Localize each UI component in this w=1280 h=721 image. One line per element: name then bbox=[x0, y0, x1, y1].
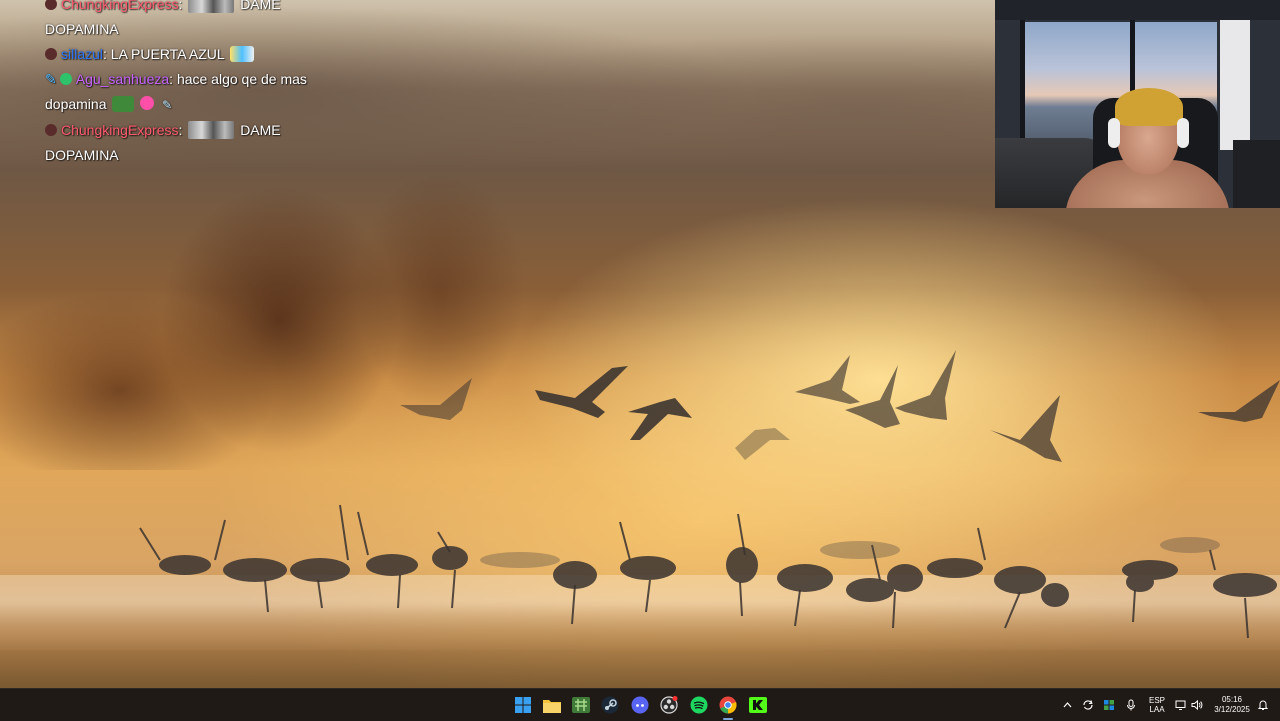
clock-date: 3/12/2025 bbox=[1214, 705, 1250, 714]
kick-icon[interactable] bbox=[748, 695, 768, 715]
notification-bell-icon[interactable] bbox=[1256, 689, 1270, 721]
show-hidden-icons-chevron-icon[interactable] bbox=[1060, 689, 1074, 721]
microphone-icon[interactable] bbox=[1124, 689, 1138, 721]
game-icon[interactable] bbox=[571, 695, 591, 715]
cam-window-frame bbox=[1020, 20, 1025, 140]
security-icon[interactable] bbox=[1102, 689, 1116, 721]
language-indicator[interactable]: ESP LAA bbox=[1143, 689, 1171, 721]
clock-time: 05:16 bbox=[1221, 695, 1243, 704]
chat-message: ChungkingExpress: DAME DOPAMINA bbox=[45, 0, 345, 42]
emote-icon bbox=[112, 96, 135, 112]
emote-icon bbox=[188, 0, 235, 13]
spotify-icon[interactable] bbox=[689, 695, 709, 715]
keyboard-layout: LAA bbox=[1149, 705, 1165, 714]
chat-text-continuation: dopamina bbox=[45, 96, 107, 112]
user-badge-icon bbox=[45, 124, 57, 136]
chat-username: Agu_sanhueza bbox=[75, 71, 170, 87]
language-code: ESP bbox=[1148, 696, 1165, 705]
network-icon[interactable] bbox=[1174, 689, 1188, 721]
cam-person-hat bbox=[1115, 88, 1183, 126]
headphone-icon bbox=[1108, 118, 1120, 148]
user-badge-icon bbox=[45, 0, 57, 10]
chat-message: ChungkingExpress: DAME DOPAMINA bbox=[45, 118, 345, 168]
sync-icon[interactable] bbox=[1081, 689, 1095, 721]
chat-text: DAME bbox=[240, 122, 281, 138]
chat-username: ChungkingExpress bbox=[61, 122, 179, 138]
chat-separator: : bbox=[103, 46, 107, 62]
chat-username: ChungkingExpress bbox=[61, 0, 179, 12]
chrome-icon[interactable] bbox=[718, 695, 738, 715]
chat-text-continuation: DOPAMINA bbox=[45, 21, 119, 37]
obs-icon[interactable] bbox=[659, 695, 679, 715]
discord-icon[interactable] bbox=[630, 695, 650, 715]
chat-message: ✎ Agu_sanhueza: hace algo qe de mas dopam… bbox=[45, 67, 345, 118]
cam-wall bbox=[1220, 20, 1250, 150]
windows-logo-icon[interactable] bbox=[513, 695, 533, 715]
chat-text: DAME bbox=[240, 0, 281, 12]
chat-message: sillazul: LA PUERTA AZUL bbox=[45, 42, 345, 67]
webcam-feed bbox=[995, 0, 1280, 208]
chat-separator: : bbox=[169, 71, 174, 87]
headphone-icon bbox=[1177, 118, 1189, 148]
chat-separator: : bbox=[178, 122, 183, 138]
emote-icon: ✎ bbox=[162, 98, 173, 112]
stream-chat-overlay: ChungkingExpress: DAME DOPAMINA sillazul… bbox=[45, 0, 345, 168]
steam-icon[interactable] bbox=[600, 695, 620, 715]
cam-desk bbox=[1233, 140, 1280, 208]
folder-icon[interactable] bbox=[542, 695, 562, 715]
chat-text-continuation: DOPAMINA bbox=[45, 147, 119, 163]
emote-icon bbox=[140, 96, 155, 110]
emote-icon bbox=[188, 121, 235, 139]
pencil-badge-icon: ✎ bbox=[45, 71, 57, 87]
taskbar: ESP LAA 05:16 3/12/2025 bbox=[0, 688, 1280, 721]
system-clock[interactable]: 05:16 3/12/2025 bbox=[1210, 689, 1254, 721]
verified-badge-icon bbox=[59, 73, 72, 85]
user-badge-icon bbox=[45, 48, 57, 60]
chat-username: sillazul bbox=[61, 46, 104, 62]
chat-text: LA PUERTA AZUL bbox=[110, 46, 225, 62]
volume-icon[interactable] bbox=[1190, 689, 1204, 721]
chat-separator: : bbox=[178, 0, 183, 12]
emote-icon bbox=[230, 46, 255, 62]
chat-text: hace algo qe de mas bbox=[176, 71, 307, 87]
